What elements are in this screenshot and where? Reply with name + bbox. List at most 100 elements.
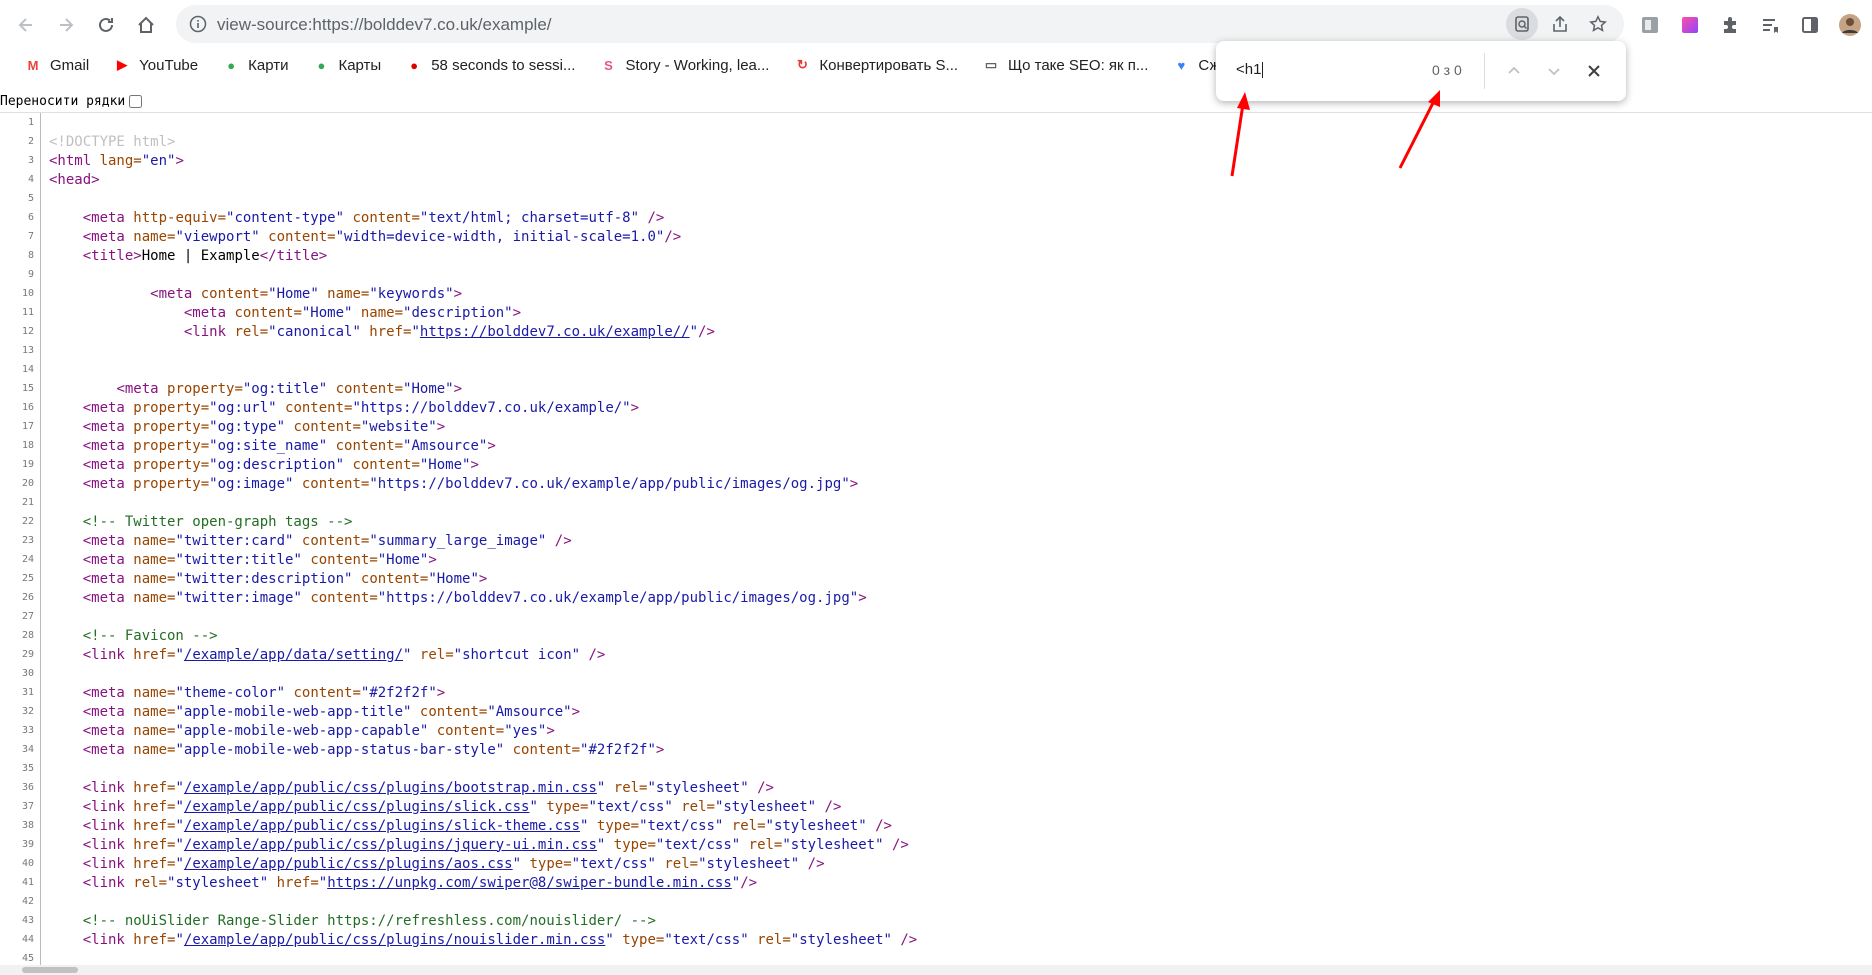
- code-token: <link: [82, 855, 134, 872]
- code-line: 37 <link href="/example/app/public/css/p…: [0, 797, 1872, 816]
- extension-icon[interactable]: [1634, 9, 1666, 41]
- code-token: "stylesheet": [765, 817, 867, 834]
- bookmark-item[interactable]: ● 58 seconds to sessi...: [395, 51, 585, 79]
- code-token: content=: [344, 209, 420, 226]
- line-number: 15: [0, 379, 41, 398]
- bookmark-item[interactable]: ▭ Що таке SEO: як п...: [972, 51, 1158, 79]
- code-token: name=: [133, 684, 176, 701]
- close-find-button[interactable]: [1578, 55, 1610, 87]
- bookmark-item[interactable]: ● Карти: [212, 51, 298, 79]
- code-token: <link: [82, 798, 134, 815]
- scrollbar-thumb[interactable]: [22, 967, 78, 973]
- line-number: 34: [0, 740, 41, 759]
- source-link[interactable]: /example/app/public/css/plugins/slick-th…: [184, 818, 580, 834]
- code-token: />: [580, 646, 606, 663]
- line-number: 17: [0, 417, 41, 436]
- line-content: <meta property="og:image" content="https…: [41, 476, 858, 492]
- code-token: >: [546, 722, 555, 739]
- line-number: 1: [0, 113, 41, 132]
- source-link[interactable]: https://bolddev7.co.uk/example//: [420, 324, 690, 340]
- source-link[interactable]: /example/app/public/css/plugins/slick.cs…: [184, 799, 530, 815]
- line-content: <head>: [41, 172, 100, 188]
- code-token: content=: [352, 570, 429, 587]
- puzzle-icon[interactable]: [1714, 9, 1746, 41]
- bookmark-item[interactable]: ↻ Конвертировать S...: [783, 51, 968, 79]
- bookmark-star-icon[interactable]: [1582, 8, 1614, 40]
- line-number: 26: [0, 588, 41, 607]
- code-line: 16 <meta property="og:url" content="http…: [0, 398, 1872, 417]
- share-icon[interactable]: [1544, 8, 1576, 40]
- bookmark-item[interactable]: ● Карты: [302, 51, 391, 79]
- code-line: 40 <link href="/example/app/public/css/p…: [0, 854, 1872, 873]
- line-content: <meta name="theme-color" content="#2f2f2…: [41, 685, 445, 701]
- code-token: href=: [133, 817, 176, 834]
- bookmark-label: 58 seconds to sessi...: [431, 56, 576, 74]
- back-arrow-icon[interactable]: [10, 9, 42, 41]
- bookmark-item[interactable]: ▶ YouTube: [103, 51, 208, 79]
- code-token: content=: [276, 399, 353, 416]
- code-line: 15 <meta property="og:title" content="Ho…: [0, 379, 1872, 398]
- wrap-lines-option[interactable]: Переносити рядки: [0, 90, 143, 112]
- code-token: content=: [285, 418, 361, 435]
- code-token: name=: [133, 589, 176, 606]
- code-token: "Home": [268, 285, 319, 302]
- line-number: 9: [0, 265, 41, 284]
- source-link[interactable]: https://unpkg.com/swiper@8/swiper-bundle…: [327, 875, 732, 891]
- wrap-lines-checkbox[interactable]: [129, 94, 143, 108]
- bookmark-item[interactable]: S Story - Working, lea...: [589, 51, 779, 79]
- line-number: 8: [0, 246, 41, 265]
- reading-list-icon[interactable]: [1754, 9, 1786, 41]
- line-content: <meta name="twitter:image" content="http…: [41, 590, 867, 606]
- code-token: />: [816, 798, 842, 815]
- forward-arrow-icon[interactable]: [50, 9, 82, 41]
- code-token: "og:image": [209, 475, 294, 492]
- profile-avatar-icon[interactable]: [1834, 9, 1866, 41]
- code-line: 45: [0, 949, 1872, 966]
- line-content: <!-- noUiSlider Range-Slider https://ref…: [41, 913, 656, 929]
- find-next-button[interactable]: [1538, 55, 1570, 87]
- maps-pin-icon: ●: [317, 57, 326, 73]
- code-line: 8 <title>Home | Example</title>: [0, 246, 1872, 265]
- code-token: >: [858, 589, 867, 606]
- code-token: name=: [133, 551, 176, 568]
- code-token: href=: [133, 779, 176, 796]
- address-bar[interactable]: view-source:https://bolddev7.co.uk/examp…: [176, 5, 1624, 43]
- find-in-page-icon[interactable]: [1506, 8, 1538, 40]
- site-info-icon[interactable]: [188, 14, 208, 34]
- source-link[interactable]: /example/app/public/css/plugins/nouislid…: [184, 932, 605, 948]
- line-number: 11: [0, 303, 41, 322]
- code-token: >: [571, 703, 581, 720]
- home-icon[interactable]: [130, 9, 162, 41]
- code-token: <meta: [82, 456, 134, 473]
- find-input[interactable]: <h1: [1236, 61, 1264, 79]
- code-line: 7 <meta name="viewport" content="width=d…: [0, 227, 1872, 246]
- url-text[interactable]: view-source:https://bolddev7.co.uk/examp…: [217, 15, 552, 35]
- code-token: name=: [133, 741, 176, 758]
- side-panel-icon[interactable]: [1794, 9, 1826, 41]
- youtube-icon: ▶: [117, 57, 128, 72]
- horizontal-scrollbar[interactable]: [0, 965, 1872, 975]
- line-content: <meta name="apple-mobile-web-app-capable…: [41, 723, 555, 739]
- code-token: "website": [360, 418, 437, 435]
- source-link[interactable]: /example/app/public/css/plugins/jquery-u…: [184, 837, 597, 853]
- source-link[interactable]: /example/app/public/css/plugins/bootstra…: [184, 780, 597, 796]
- code-token: href=: [268, 874, 319, 891]
- bookmark-item[interactable]: M Gmail: [14, 51, 99, 79]
- code-token: "https://bolddev7.co.uk/example/app/publ…: [369, 475, 850, 492]
- reload-icon[interactable]: [90, 9, 122, 41]
- code-token: "keywords": [369, 285, 454, 302]
- code-token: >: [175, 152, 184, 169]
- line-number: 21: [0, 493, 41, 512]
- line-number: 39: [0, 835, 41, 854]
- line-content: <meta property="og:site_name" content="A…: [41, 438, 496, 454]
- source-link[interactable]: /example/app/data/setting/: [184, 647, 403, 663]
- color-extension-icon[interactable]: [1674, 9, 1706, 41]
- code-token: rel=: [133, 874, 168, 891]
- source-link[interactable]: /example/app/public/css/plugins/aos.css: [184, 856, 513, 872]
- line-number: 7: [0, 227, 41, 246]
- find-previous-button[interactable]: [1498, 55, 1530, 87]
